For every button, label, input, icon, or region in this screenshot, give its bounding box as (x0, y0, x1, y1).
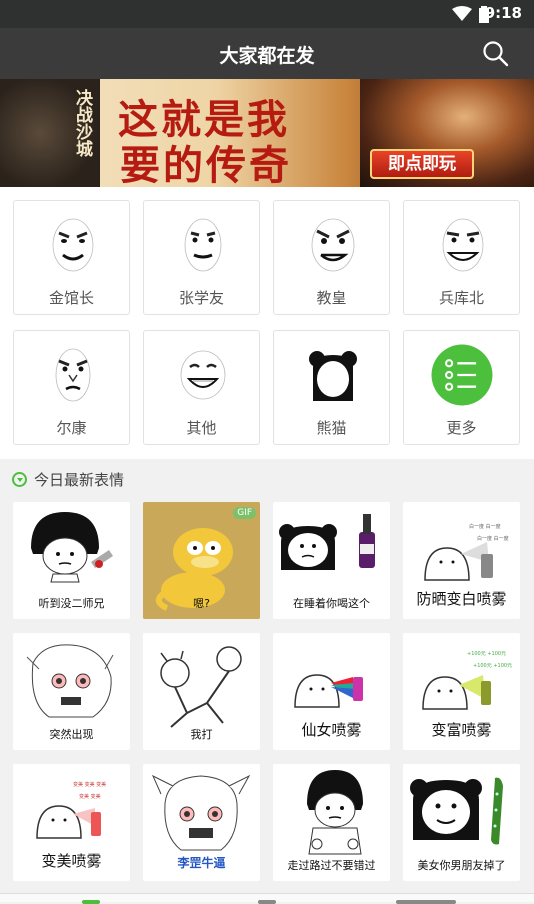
meme-caption: 听到没二师兄 (38, 597, 105, 610)
category-label: 兵库北 (438, 289, 484, 307)
meme-face-icon (311, 218, 355, 272)
meme-face-icon (442, 218, 484, 272)
panda-icon (309, 351, 357, 401)
category-label: 其他 (186, 419, 217, 437)
meme-face-icon (180, 350, 226, 400)
section-title: 今日最新表情 (34, 471, 125, 489)
banner-side-text: 决战沙城 (72, 89, 92, 157)
meme-card[interactable]: 在睡着你喝这个 (273, 502, 390, 619)
page-title: 大家都在发 (219, 45, 315, 67)
category-item[interactable]: 教皇 (273, 200, 390, 315)
wifi-icon (452, 6, 472, 21)
meme-caption: 走过路过不要错过 (287, 859, 376, 872)
category-label: 张学友 (178, 289, 224, 307)
meme-card[interactable]: 走过路过不要错过 (273, 764, 390, 881)
gif-badge: GIF (233, 507, 256, 519)
meme-card[interactable]: 突然出现 (13, 633, 130, 750)
category-item[interactable]: 兵库北 (403, 200, 520, 315)
meme-face-icon (55, 348, 91, 402)
category-grid: 金馆长 张学友 教皇 兵库北 尔康 其他 熊猫 更多 (0, 187, 534, 459)
category-item[interactable]: 尔康 (13, 330, 130, 445)
svg-text:白一度 白一度: 白一度 白一度 (469, 523, 501, 530)
meme-card[interactable]: 我打 (143, 633, 260, 750)
meme-caption: 美女你男朋友掉了 (417, 859, 506, 872)
svg-text:+100元 +100元: +100元 +100元 (473, 663, 512, 669)
meme-caption: 突然出现 (49, 728, 94, 741)
meme-card[interactable]: 仙女喷雾 (273, 633, 390, 750)
meme-card[interactable]: GIF 嗯? (143, 502, 260, 619)
search-icon[interactable] (482, 40, 510, 68)
meme-caption: 我打 (190, 728, 213, 741)
svg-text:白一度 白一度: 白一度 白一度 (477, 535, 509, 542)
bottom-tab-bar (0, 893, 534, 904)
meme-caption: 防晒变白喷雾 (416, 590, 507, 608)
category-label: 更多 (446, 419, 477, 437)
latest-emoticons-section: 今日最新表情 听到没二师兄 GIF 嗯? 在睡着你喝这个 白一度 白一度 白一度… (0, 459, 534, 902)
svg-text:变美 变美: 变美 变美 (79, 793, 101, 800)
banner-play-button[interactable]: 即点即玩 (370, 149, 474, 179)
svg-text:变美 变美 变美: 变美 变美 变美 (73, 781, 106, 788)
meme-card[interactable]: 李罡牛逼 (143, 764, 260, 881)
category-label: 教皇 (316, 289, 347, 307)
category-label: 尔康 (56, 419, 87, 437)
meme-caption: 变富喷雾 (431, 721, 492, 739)
svg-text:+100元 +100元: +100元 +100元 (467, 651, 506, 657)
category-item[interactable]: 更多 (403, 330, 520, 445)
meme-caption: 在睡着你喝这个 (293, 597, 370, 610)
meme-face-icon (52, 218, 94, 272)
profile-tab-icon[interactable] (396, 900, 456, 904)
list-icon (431, 344, 493, 406)
meme-face-icon (184, 218, 222, 272)
meme-card[interactable]: 白一度 白一度 白一度 白一度 防晒变白喷雾 (403, 502, 520, 619)
banner-headline-2: 要的传奇 (120, 142, 292, 187)
promo-banner[interactable]: 决战沙城 这就是我 要的传奇 即点即玩 (0, 79, 534, 187)
meme-card[interactable]: +100元 +100元 +100元 +100元 变富喷雾 (403, 633, 520, 750)
category-item[interactable]: 张学友 (143, 200, 260, 315)
meme-caption: 变美喷雾 (41, 852, 102, 870)
status-bar: 9:18 (0, 0, 534, 28)
category-item[interactable]: 金馆长 (13, 200, 130, 315)
category-item[interactable]: 其他 (143, 330, 260, 445)
meme-card[interactable]: 听到没二师兄 (13, 502, 130, 619)
meme-caption: 仙女喷雾 (301, 721, 362, 739)
app-header: 大家都在发 (0, 28, 534, 79)
meme-caption: 李罡牛逼 (177, 856, 226, 870)
home-tab-icon[interactable] (82, 900, 100, 904)
chevron-down-icon (12, 472, 27, 487)
meme-caption: 嗯? (193, 597, 210, 610)
category-item[interactable]: 熊猫 (273, 330, 390, 445)
meme-card[interactable]: 变美 变美 变美 变美 变美 变美喷雾 (13, 764, 130, 881)
category-label: 熊猫 (316, 419, 347, 437)
meme-card[interactable]: 美女你男朋友掉了 (403, 764, 520, 881)
category-tab-icon[interactable] (258, 900, 276, 904)
status-time: 9:18 (484, 4, 522, 22)
category-label: 金馆长 (48, 289, 94, 307)
